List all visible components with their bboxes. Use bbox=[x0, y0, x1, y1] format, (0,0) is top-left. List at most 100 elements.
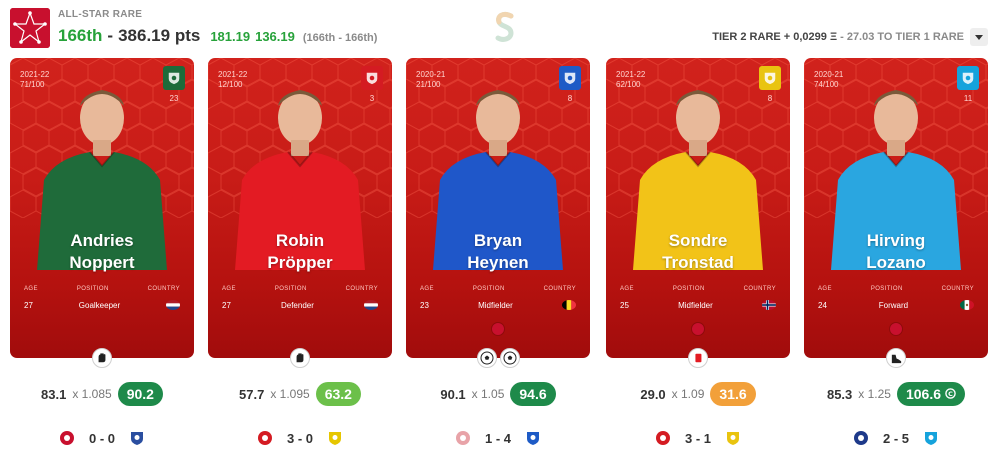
card-season: 2020-21 bbox=[814, 70, 844, 79]
total-score-pill: 106.6 C bbox=[896, 382, 966, 406]
player-position: Forward bbox=[878, 300, 909, 310]
player-position: Midfielder bbox=[478, 300, 513, 310]
napoli-icon bbox=[923, 430, 939, 446]
performance-icons bbox=[208, 348, 392, 368]
player-last-name: Tronstad bbox=[662, 253, 734, 272]
league-logo bbox=[10, 8, 50, 48]
player-age: 24 bbox=[818, 300, 827, 310]
card-score: 29.0 x 1.09 31.6 bbox=[606, 382, 790, 406]
rarity-dot-icon bbox=[491, 322, 505, 336]
club-badge-icon bbox=[361, 66, 383, 90]
position-label: POSITION bbox=[76, 286, 109, 292]
player-first-name: Bryan bbox=[473, 231, 523, 250]
player-card[interactable]: 2021-22 12/100 3 Robin Pröpper AGE POSITION COU… bbox=[208, 58, 392, 358]
card-season: 2021-22 bbox=[20, 70, 50, 79]
netherlands-flag-icon bbox=[165, 300, 180, 310]
player-card[interactable]: 2020-21 74/100 11 Hirving Lozano AGE POSITION C… bbox=[804, 58, 988, 358]
attribute-labels: AGE POSITION COUNTRY bbox=[804, 286, 988, 292]
norway-flag-icon bbox=[762, 300, 776, 310]
jersey-number: 11 bbox=[963, 94, 973, 103]
attribute-values: 23 Midfielder bbox=[406, 300, 590, 310]
mexico-flag-icon bbox=[960, 300, 974, 310]
belgium-flag-icon bbox=[562, 300, 576, 310]
tier-dropdown-button[interactable] bbox=[970, 28, 988, 46]
hellas-verona-icon bbox=[853, 430, 869, 446]
player-name: Hirving Lozano bbox=[804, 230, 988, 274]
card-season: 2021-22 bbox=[218, 70, 248, 79]
match-result[interactable]: 0 - 0 bbox=[10, 428, 194, 448]
attribute-labels: AGE POSITION COUNTRY bbox=[208, 286, 392, 292]
club-badge-icon bbox=[163, 66, 185, 90]
attribute-values: 27 Goalkeeper bbox=[10, 300, 194, 310]
attribute-values: 27 Defender bbox=[208, 300, 392, 310]
match-result[interactable]: 3 - 0 bbox=[208, 428, 392, 448]
match-score: 1 - 4 bbox=[484, 430, 511, 446]
age-label: AGE bbox=[620, 286, 634, 292]
player-card[interactable]: 2020-21 21/100 8 Bryan Heynen AGE POSITION COUN… bbox=[406, 58, 590, 358]
position-label: POSITION bbox=[870, 286, 903, 292]
attribute-labels: AGE POSITION COUNTRY bbox=[406, 286, 590, 292]
jersey-number: 8 bbox=[567, 94, 573, 103]
player-first-name: Sondre bbox=[668, 231, 728, 250]
vitesse-icon bbox=[725, 430, 741, 446]
player-card[interactable]: 2021-22 71/100 23 Andries Noppert AGE POSITION… bbox=[10, 58, 194, 358]
position-label: POSITION bbox=[274, 286, 307, 292]
score-multiplier: x 1.09 bbox=[671, 387, 705, 401]
player-age: 27 bbox=[24, 300, 33, 310]
genk-icon bbox=[525, 430, 541, 446]
player-name: Andries Noppert bbox=[10, 230, 194, 274]
score-multiplier: x 1.05 bbox=[471, 387, 505, 401]
match-result[interactable]: 2 - 5 bbox=[804, 428, 988, 448]
heerenveen-icon bbox=[129, 430, 145, 446]
player-name: Sondre Tronstad bbox=[606, 230, 790, 274]
total-score: 63.2 bbox=[324, 386, 352, 402]
total-score: 106.6 bbox=[905, 386, 942, 402]
player-card[interactable]: 2021-22 62/100 8 Sondre Tronstad AGE POSITION C… bbox=[606, 58, 790, 358]
player-age: 27 bbox=[222, 300, 231, 310]
total-points: 386.19 pts bbox=[118, 26, 201, 45]
jersey-number: 23 bbox=[169, 94, 179, 103]
performance-icons bbox=[606, 348, 790, 368]
rarity-dot-icon bbox=[889, 322, 903, 336]
country-label: COUNTRY bbox=[147, 286, 180, 292]
attribute-labels: AGE POSITION COUNTRY bbox=[606, 286, 790, 292]
age-label: AGE bbox=[420, 286, 434, 292]
country-label: COUNTRY bbox=[345, 286, 378, 292]
match-score: 2 - 5 bbox=[882, 430, 909, 446]
score-a: 181.19 bbox=[210, 29, 251, 44]
player-position: Defender bbox=[280, 300, 314, 310]
club-badge-icon bbox=[759, 66, 781, 90]
player-position: Goalkeeper bbox=[78, 300, 121, 310]
player-last-name: Heynen bbox=[467, 253, 529, 272]
glove-icon bbox=[92, 348, 112, 368]
match-score: 3 - 1 bbox=[684, 430, 711, 446]
chevron-down-icon bbox=[975, 35, 983, 40]
performance-icons bbox=[406, 348, 590, 368]
card-score: 85.3 x 1.25 106.6 C bbox=[804, 382, 988, 406]
rank: 166th bbox=[58, 26, 103, 45]
match-result[interactable]: 3 - 1 bbox=[606, 428, 790, 448]
card-season: 2020-21 bbox=[416, 70, 446, 79]
netherlands-flag-icon bbox=[363, 300, 378, 310]
base-score: 57.7 bbox=[239, 386, 265, 402]
jersey-number: 8 bbox=[767, 94, 773, 103]
tier-reward: TIER 2 RARE + 0,0299 Ξ bbox=[712, 31, 838, 43]
player-last-name: Noppert bbox=[69, 253, 135, 272]
position-label: POSITION bbox=[472, 286, 505, 292]
attribute-values: 24 Forward bbox=[804, 300, 988, 310]
total-score-pill: 31.6 bbox=[710, 382, 756, 406]
total-score-pill: 63.2 bbox=[315, 382, 361, 406]
star-network-icon bbox=[10, 8, 50, 48]
soccer-ball-icon bbox=[476, 348, 497, 368]
feyenoord-icon bbox=[59, 430, 75, 446]
match-score: 0 - 0 bbox=[88, 430, 115, 446]
player-last-name: Pröpper bbox=[267, 253, 333, 272]
tier-info: TIER 2 RARE + 0,0299 Ξ - 27.03 TO TIER 1… bbox=[712, 31, 964, 43]
club-badge-icon bbox=[559, 66, 581, 90]
tier-next: - 27.03 TO TIER 1 RARE bbox=[837, 31, 964, 43]
red-card-icon bbox=[688, 348, 708, 368]
card-serial: 74/100 bbox=[814, 80, 839, 89]
match-result[interactable]: 1 - 4 bbox=[406, 428, 590, 448]
card-score: 83.1 x 1.085 90.2 bbox=[10, 382, 194, 406]
sorare-logo-icon bbox=[493, 10, 517, 44]
